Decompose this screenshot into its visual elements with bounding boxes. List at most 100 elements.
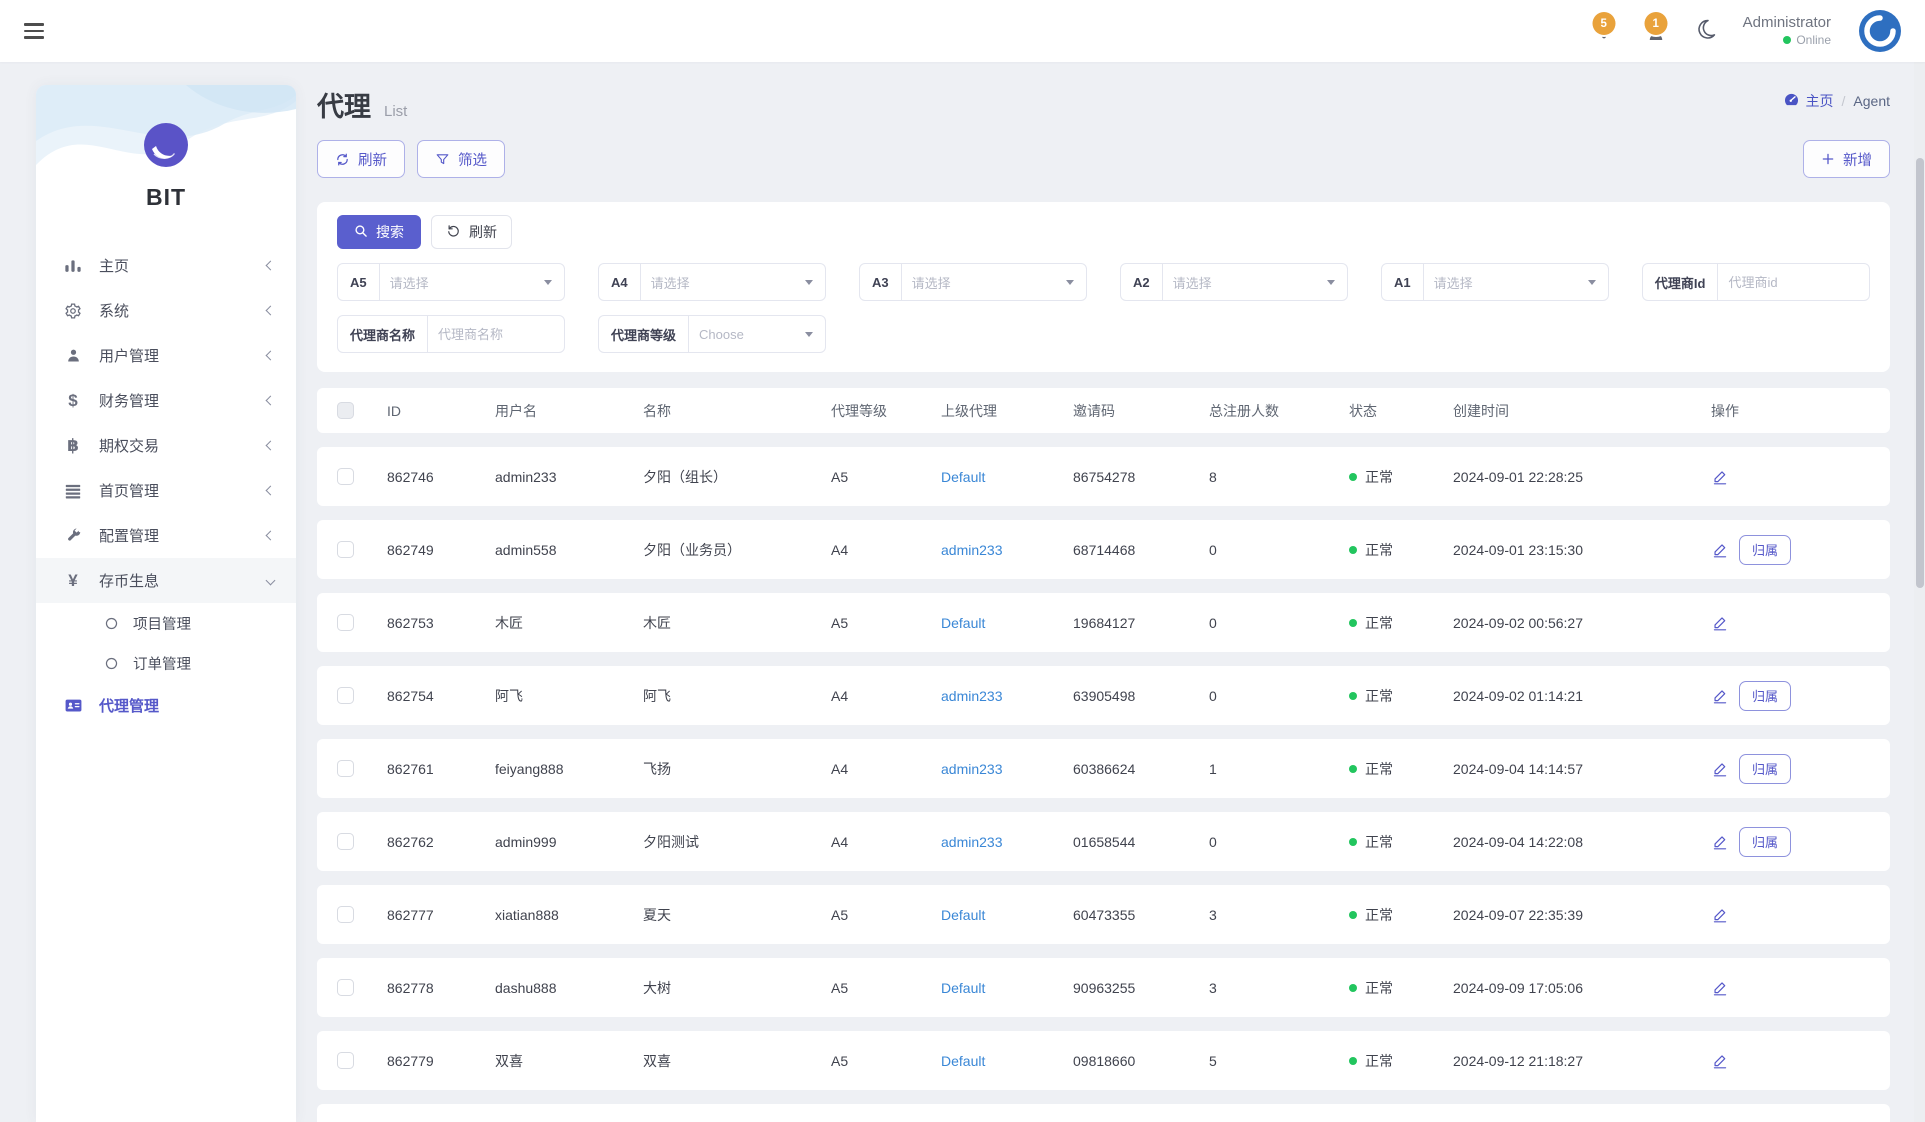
level-cell: A4 — [831, 834, 941, 850]
sidebar-item-配置管理[interactable]: 配置管理 — [36, 513, 296, 558]
row-checkbox[interactable] — [337, 979, 354, 996]
row-checkbox[interactable] — [337, 468, 354, 485]
edit-pencil-button[interactable] — [1711, 1052, 1729, 1070]
name-cell: 夕阳（组长） — [643, 467, 831, 487]
agent-name-input[interactable] — [428, 327, 564, 342]
edit-pencil-button[interactable] — [1711, 614, 1729, 632]
search-button[interactable]: 搜索 — [337, 215, 421, 249]
avatar[interactable] — [1857, 8, 1903, 54]
user-notifications-button[interactable]: 1 — [1643, 14, 1669, 48]
agent-id-input[interactable] — [1718, 275, 1868, 290]
actions-cell: 归属 — [1711, 681, 1870, 711]
parent-agent-link[interactable]: Default — [941, 469, 1073, 485]
sidebar-item-存币生息[interactable]: ¥存币生息 — [36, 558, 296, 603]
created-at-cell: 2024-09-12 21:18:27 — [1453, 1053, 1711, 1069]
caret-down-icon — [1588, 280, 1596, 285]
page-subtitle: List — [384, 103, 407, 120]
sidebar-item-主页[interactable]: 主页 — [36, 243, 296, 288]
edit-pencil-button[interactable] — [1711, 833, 1729, 851]
agent-id-cell: 862761 — [387, 761, 495, 777]
notifications-bell-button[interactable]: 5 — [1591, 14, 1617, 48]
sidebar-item-项目管理[interactable]: 项目管理 — [36, 603, 296, 643]
row-checkbox[interactable] — [337, 541, 354, 558]
filter-a1-select[interactable]: 请选择 — [1424, 273, 1588, 292]
filter-a3-select[interactable]: 请选择 — [902, 273, 1066, 292]
parent-agent-link[interactable]: admin233 — [941, 688, 1073, 704]
breadcrumb-home-link[interactable]: 主页 — [1783, 91, 1834, 111]
parent-agent-link[interactable]: admin233 — [941, 834, 1073, 850]
select-all-checkbox[interactable] — [337, 402, 354, 419]
table-row: 862783珊珊珊珊A5Default817809482正常2024-09-13… — [317, 1104, 1890, 1122]
sidebar-item-label: 用户管理 — [99, 345, 267, 366]
parent-agent-link[interactable]: Default — [941, 980, 1073, 996]
sidebar-item-label: 系统 — [99, 300, 267, 321]
row-checkbox[interactable] — [337, 760, 354, 777]
sidebar-item-用户管理[interactable]: 用户管理 — [36, 333, 296, 378]
chevron-left-icon — [266, 486, 276, 496]
hamburger-menu-icon[interactable] — [24, 20, 50, 42]
status-dot — [1349, 984, 1357, 992]
edit-pencil-button[interactable] — [1711, 979, 1729, 997]
level-cell: A5 — [831, 980, 941, 996]
invite-code-cell: 90963255 — [1073, 980, 1209, 996]
scrollbar-thumb[interactable] — [1916, 158, 1924, 588]
sidebar-item-代理管理[interactable]: 代理管理 — [36, 683, 296, 728]
status-dot — [1349, 546, 1357, 554]
column-header: 状态 — [1349, 401, 1453, 421]
invite-code-cell: 60386624 — [1073, 761, 1209, 777]
edit-pencil-button[interactable] — [1711, 687, 1729, 705]
table-row: 862779双喜双喜A5Default098186605正常2024-09-12… — [317, 1031, 1890, 1090]
caret-down-icon — [1327, 280, 1335, 285]
parent-agent-link[interactable]: admin233 — [941, 542, 1073, 558]
total-registered-cell: 0 — [1209, 615, 1349, 631]
sidebar-item-系统[interactable]: 系统 — [36, 288, 296, 333]
add-button[interactable]: 新增 — [1803, 140, 1890, 178]
belong-button[interactable]: 归属 — [1739, 827, 1791, 857]
status-badge: 正常 — [1349, 759, 1453, 779]
caret-down-icon — [544, 280, 552, 285]
belong-button[interactable]: 归属 — [1739, 535, 1791, 565]
filter-a4-select[interactable]: 请选择 — [641, 273, 805, 292]
belong-button[interactable]: 归属 — [1739, 681, 1791, 711]
parent-agent-link[interactable]: Default — [941, 1053, 1073, 1069]
actions-cell — [1711, 468, 1870, 486]
agent-id-cell: 862754 — [387, 688, 495, 704]
edit-pencil-button[interactable] — [1711, 760, 1729, 778]
row-checkbox[interactable] — [337, 687, 354, 704]
sidebar-item-订单管理[interactable]: 订单管理 — [36, 643, 296, 683]
refresh-button[interactable]: 刷新 — [317, 140, 405, 178]
page-scrollbar[interactable] — [1914, 62, 1925, 1122]
chevron-left-icon — [266, 396, 276, 406]
belong-button[interactable]: 归属 — [1739, 754, 1791, 784]
circle-icon — [102, 657, 120, 670]
agents-table: ID用户名名称代理等级上级代理邀请码总注册人数状态创建时间操作 862746ad… — [317, 388, 1890, 1122]
parent-agent-link[interactable]: Default — [941, 907, 1073, 923]
reset-button[interactable]: 刷新 — [431, 215, 512, 249]
filter-a2-select[interactable]: 请选择 — [1163, 273, 1327, 292]
row-checkbox[interactable] — [337, 906, 354, 923]
sidebar-item-首页管理[interactable]: 首页管理 — [36, 468, 296, 513]
sidebar-item-label: 主页 — [99, 255, 267, 276]
online-dot — [1783, 36, 1791, 44]
agent-level-select[interactable]: Choose — [689, 327, 805, 342]
bitcoin-icon: ฿ — [62, 436, 84, 456]
filter-a5-select[interactable]: 请选择 — [380, 273, 544, 292]
agent-id-cell: 862778 — [387, 980, 495, 996]
dark-mode-toggle[interactable] — [1695, 18, 1717, 45]
row-checkbox[interactable] — [337, 614, 354, 631]
sidebar-item-label: 期权交易 — [99, 435, 267, 456]
edit-pencil-button[interactable] — [1711, 906, 1729, 924]
parent-agent-link[interactable]: admin233 — [941, 761, 1073, 777]
sidebar-item-财务管理[interactable]: $财务管理 — [36, 378, 296, 423]
status-dot — [1349, 1057, 1357, 1065]
row-checkbox[interactable] — [337, 1052, 354, 1069]
edit-pencil-button[interactable] — [1711, 468, 1729, 486]
invite-code-cell: 01658544 — [1073, 834, 1209, 850]
edit-pencil-button[interactable] — [1711, 541, 1729, 559]
filter-button[interactable]: 筛选 — [417, 140, 505, 178]
sidebar-item-期权交易[interactable]: ฿ 期权交易 — [36, 423, 296, 468]
column-header: 名称 — [643, 401, 831, 421]
parent-agent-link[interactable]: Default — [941, 615, 1073, 631]
row-checkbox[interactable] — [337, 833, 354, 850]
search-button-label: 搜索 — [376, 222, 404, 242]
